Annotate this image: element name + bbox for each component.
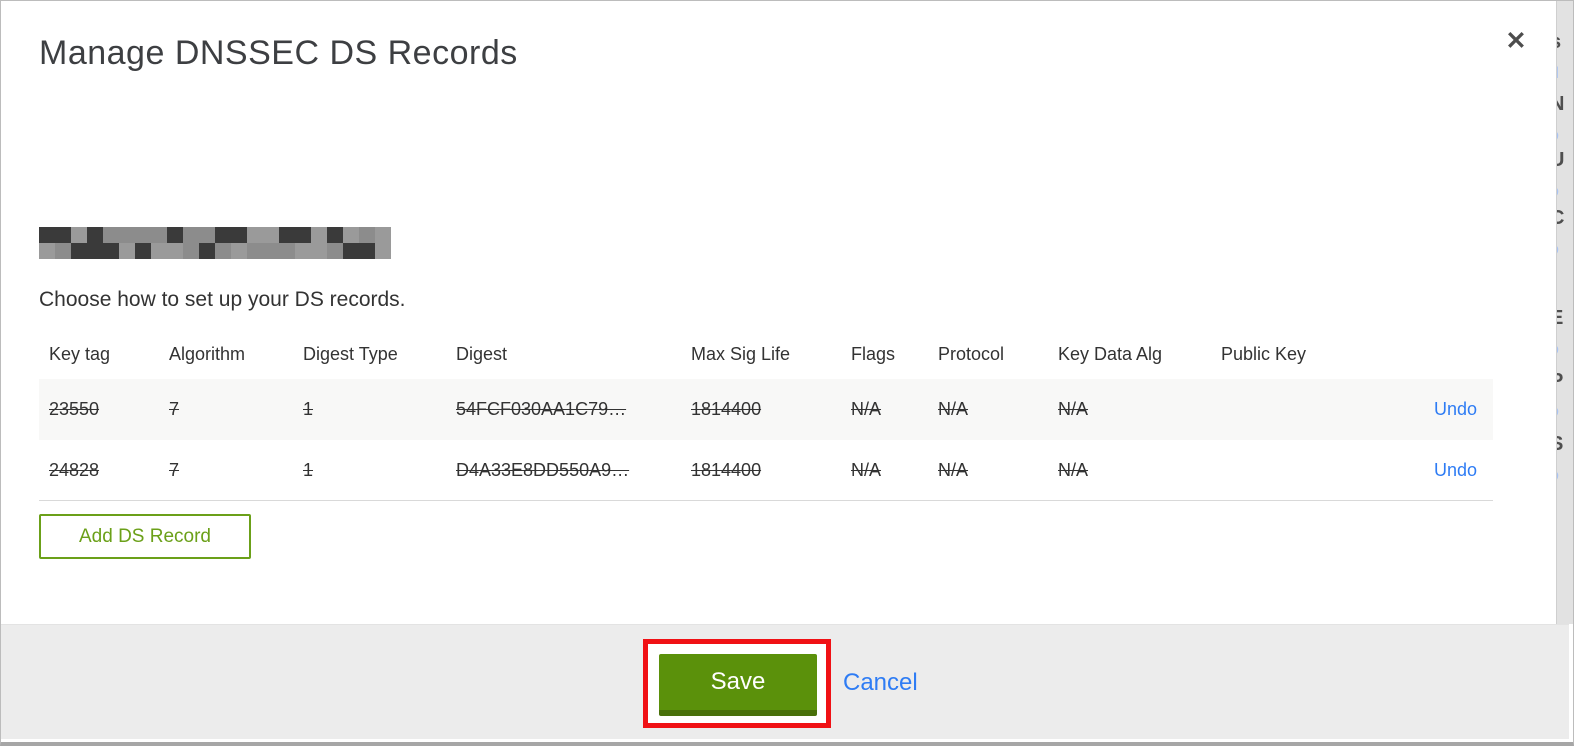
cell-actions: Undo bbox=[1413, 460, 1493, 481]
cell-digest-type: 1 bbox=[303, 399, 314, 419]
save-button[interactable]: Save bbox=[659, 654, 817, 716]
column-header-max-sig-life: Max Sig Life bbox=[691, 343, 791, 364]
table-header-row: Key tag Algorithm Digest Type Digest Max… bbox=[39, 329, 1493, 379]
cell-actions: Undo bbox=[1413, 399, 1493, 420]
ds-records-table: Key tag Algorithm Digest Type Digest Max… bbox=[39, 329, 1493, 501]
column-header-protocol: Protocol bbox=[938, 343, 1005, 364]
table-row: 23550 7 1 54FCF030AA1C79… 1814400 N/A N/… bbox=[39, 379, 1493, 440]
cell-max-sig-life: 1814400 bbox=[691, 459, 762, 480]
cell-key-tag: 24828 bbox=[49, 459, 100, 480]
column-header-flags: Flags bbox=[851, 343, 896, 364]
cell-max-sig-life: 1814400 bbox=[691, 399, 762, 419]
cell-flags: N/A bbox=[851, 459, 882, 480]
background-page-edge: sdNoUoCoEoPoSo bbox=[1556, 1, 1573, 624]
cancel-link[interactable]: Cancel bbox=[843, 669, 918, 697]
cell-digest-type: 1 bbox=[303, 459, 314, 480]
domain-name-redacted bbox=[39, 227, 391, 259]
cell-algorithm: 7 bbox=[169, 459, 180, 480]
annotation-highlight-box: Save bbox=[643, 639, 831, 728]
column-header-key-tag: Key tag bbox=[49, 343, 111, 364]
cell-key-data-alg: N/A bbox=[1058, 459, 1089, 480]
undo-link[interactable]: Undo bbox=[1434, 460, 1477, 480]
column-header-algorithm: Algorithm bbox=[169, 343, 246, 364]
page-title: Manage DNSSEC DS Records bbox=[39, 34, 518, 72]
cell-digest: 54FCF030AA1C79… bbox=[456, 399, 627, 419]
cell-digest: D4A33E8DD550A9… bbox=[456, 459, 630, 480]
close-icon[interactable]: ✕ bbox=[1500, 25, 1532, 57]
column-header-digest-type: Digest Type bbox=[303, 343, 398, 364]
cell-protocol: N/A bbox=[938, 459, 969, 480]
cell-key-data-alg: N/A bbox=[1058, 399, 1089, 419]
undo-link[interactable]: Undo bbox=[1434, 399, 1477, 419]
add-ds-record-button[interactable]: Add DS Record bbox=[39, 514, 251, 559]
modal-footer: Save Cancel bbox=[1, 624, 1569, 739]
cell-protocol: N/A bbox=[938, 399, 969, 419]
cell-flags: N/A bbox=[851, 399, 882, 419]
column-header-public-key: Public Key bbox=[1221, 343, 1307, 364]
cell-algorithm: 7 bbox=[169, 399, 180, 419]
cell-key-tag: 23550 bbox=[49, 399, 100, 419]
column-header-digest: Digest bbox=[456, 343, 508, 364]
screenshot-frame: Manage DNSSEC DS Records ✕ Choose how to… bbox=[0, 0, 1574, 746]
instruction-text: Choose how to set up your DS records. bbox=[39, 288, 406, 311]
column-header-key-data-alg: Key Data Alg bbox=[1058, 343, 1163, 364]
table-row: 24828 7 1 D4A33E8DD550A9… 1814400 N/A N/… bbox=[39, 440, 1493, 501]
